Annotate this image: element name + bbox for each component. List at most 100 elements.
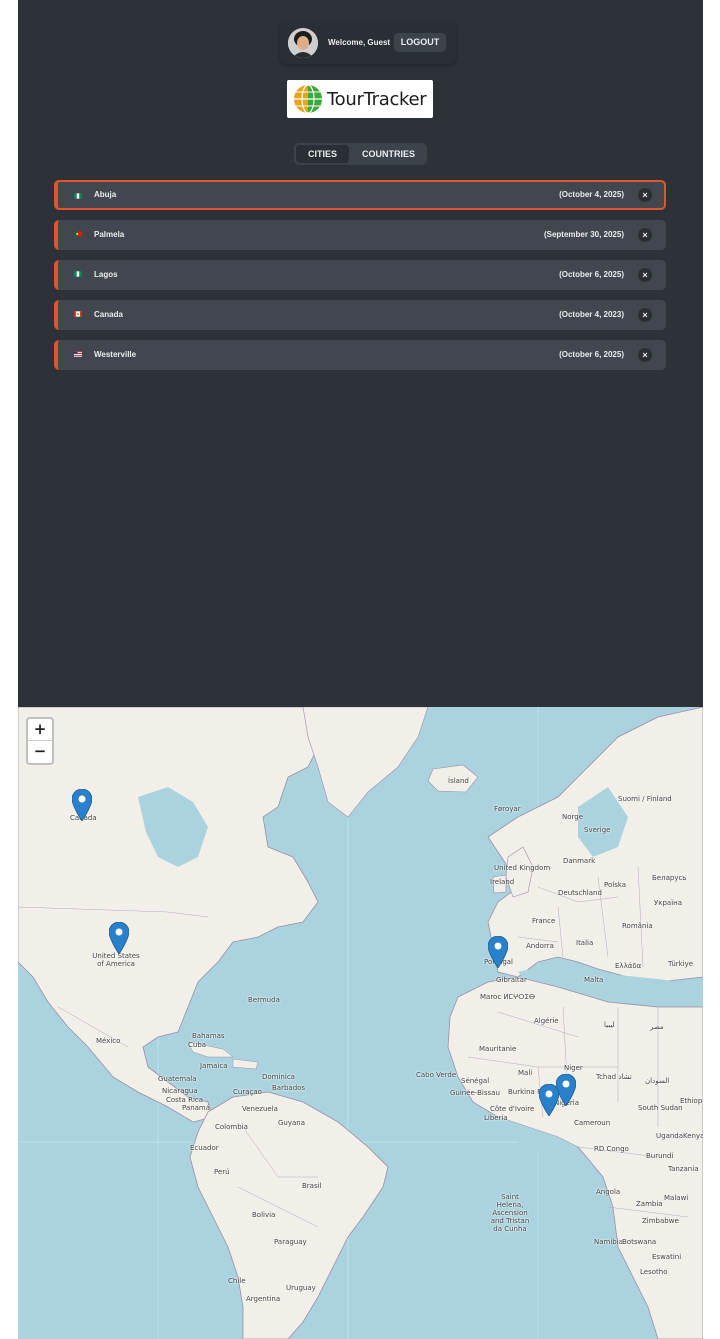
map-label: RD Congo <box>594 1145 629 1153</box>
map-label: Tchad تشاد <box>596 1073 632 1081</box>
map-label: Ecuador <box>190 1144 219 1152</box>
map-label: Uruguay <box>286 1284 316 1292</box>
map-label: Ísland <box>448 777 469 785</box>
map-label: Malawi <box>664 1194 689 1202</box>
map-label: Italia <box>576 939 594 947</box>
map-label: Mali <box>518 1069 533 1077</box>
map-label: Curaçao <box>233 1088 262 1096</box>
map-label: Namibia <box>594 1238 623 1246</box>
city-date: (October 4, 2023) <box>559 310 624 319</box>
logout-button[interactable]: LOGOUT <box>394 33 446 52</box>
map-label: Україна <box>654 899 683 907</box>
map-label: South Sudan <box>638 1104 683 1112</box>
map-label: Sverige <box>584 826 611 834</box>
map-label: Paraguay <box>274 1238 307 1246</box>
map-label: México <box>96 1037 121 1045</box>
welcome-text: Welcome, Guest <box>328 38 391 47</box>
map-marker-icon[interactable] <box>488 936 508 968</box>
map-label: Costa Rica <box>166 1096 204 1104</box>
map-label: Gibraltar <box>496 976 527 984</box>
map-label: Føroyar <box>494 805 521 813</box>
map-label: Guatemala <box>158 1075 197 1083</box>
tab-bar: CITIES COUNTRIES <box>294 143 427 165</box>
app-logo[interactable]: TourTracker <box>287 80 433 118</box>
map-label: Malta <box>584 976 604 984</box>
map-label: Suomi / Finland <box>618 795 672 803</box>
map-label: Algérie <box>534 1017 559 1025</box>
map-label: Niger <box>564 1064 583 1072</box>
map-label: France <box>532 917 556 925</box>
map-label: Maroc ⵍⵎⵖⵔⵉⴱ <box>480 993 536 1001</box>
map-label: Uganda <box>656 1132 684 1140</box>
map-label: Chile <box>228 1277 246 1285</box>
usa-flag-icon <box>74 351 82 357</box>
map-label: Andorra <box>526 942 554 950</box>
map-label: Nicaragua <box>162 1087 198 1095</box>
map-label: United Kingdom <box>494 864 551 872</box>
zoom-control: + − <box>26 717 54 765</box>
map-label: Argentina <box>246 1295 281 1303</box>
map-label: Côte d'Ivoire <box>490 1105 535 1113</box>
tab-countries[interactable]: COUNTRIES <box>350 143 427 165</box>
city-item[interactable]: Lagos (October 6, 2025) × <box>54 260 666 290</box>
zoom-out-button[interactable]: − <box>28 741 52 762</box>
city-item[interactable]: Abuja (October 4, 2025) × <box>54 180 666 210</box>
map-label: Venezuela <box>242 1105 278 1113</box>
nigeria-flag-icon <box>74 193 82 199</box>
map-label: Norge <box>562 813 584 821</box>
map-label: Tanzania <box>668 1165 699 1173</box>
map-label: Ireland <box>490 878 515 886</box>
map-marker-icon[interactable] <box>109 922 129 954</box>
map-label: السودان <box>645 1077 670 1085</box>
user-bar: Welcome, Guest LOGOUT <box>280 22 456 64</box>
tab-cities[interactable]: CITIES <box>296 145 349 163</box>
city-date: (October 6, 2025) <box>559 270 624 279</box>
city-item[interactable]: Palmela (September 30, 2025) × <box>54 220 666 250</box>
map-label: Liberia <box>484 1114 508 1122</box>
map-label: Sénégal <box>461 1077 490 1085</box>
app-panel: Welcome, Guest LOGOUT TourTracker CITIES… <box>18 0 703 1339</box>
logo-text: TourTracker <box>327 89 427 110</box>
city-name: Canada <box>94 310 123 319</box>
delete-button[interactable]: × <box>638 228 652 242</box>
portugal-flag-icon <box>74 231 82 237</box>
map-label: Angola <box>596 1188 621 1196</box>
zoom-in-button[interactable]: + <box>28 719 52 741</box>
delete-button[interactable]: × <box>638 268 652 282</box>
city-item[interactable]: Canada (October 4, 2023) × <box>54 300 666 330</box>
canada-flag-icon <box>74 311 82 317</box>
city-list: Abuja (October 4, 2025) × Palmela (Septe… <box>54 180 666 380</box>
delete-button[interactable]: × <box>638 348 652 362</box>
map-label: Dominica <box>262 1073 295 1081</box>
map-label: Türkiye <box>668 960 694 968</box>
map-label: Colombia <box>215 1123 248 1131</box>
map-marker-icon[interactable] <box>556 1074 576 1106</box>
map-marker-icon[interactable] <box>72 789 92 821</box>
map-label: Cabo Verde <box>416 1071 457 1079</box>
world-map[interactable]: + − Ísland Føroyar Suomi / Finland Norge… <box>18 707 703 1339</box>
map-label: Zimbabwe <box>642 1217 679 1225</box>
map-label: Guyana <box>278 1119 306 1127</box>
map-label: ليبيا <box>604 1021 615 1029</box>
map-label: Perú <box>214 1168 230 1176</box>
map-label: Ελλάδα <box>615 962 642 970</box>
city-item[interactable]: Westerville (October 6, 2025) × <box>54 340 666 370</box>
city-name: Lagos <box>94 270 118 279</box>
map-label: Bolivia <box>252 1211 276 1219</box>
city-name: Abuja <box>94 190 117 199</box>
map-marker-icon[interactable] <box>539 1084 559 1116</box>
nigeria-flag-icon <box>74 271 82 277</box>
map-label: Polska <box>604 881 627 889</box>
city-name: Palmela <box>94 230 125 239</box>
map-label: România <box>622 922 653 930</box>
delete-button[interactable]: × <box>638 188 652 202</box>
map-label: مصر <box>650 1023 664 1031</box>
city-name: Westerville <box>94 350 137 359</box>
avatar <box>288 28 318 58</box>
delete-button[interactable]: × <box>638 308 652 322</box>
map-label: Mauritanie <box>479 1045 517 1053</box>
map-label: Bahamas <box>192 1032 225 1040</box>
map-label: Ethiopia <box>680 1097 703 1105</box>
map-label: Беларусь <box>652 874 687 882</box>
map-label: Brasil <box>302 1182 322 1190</box>
